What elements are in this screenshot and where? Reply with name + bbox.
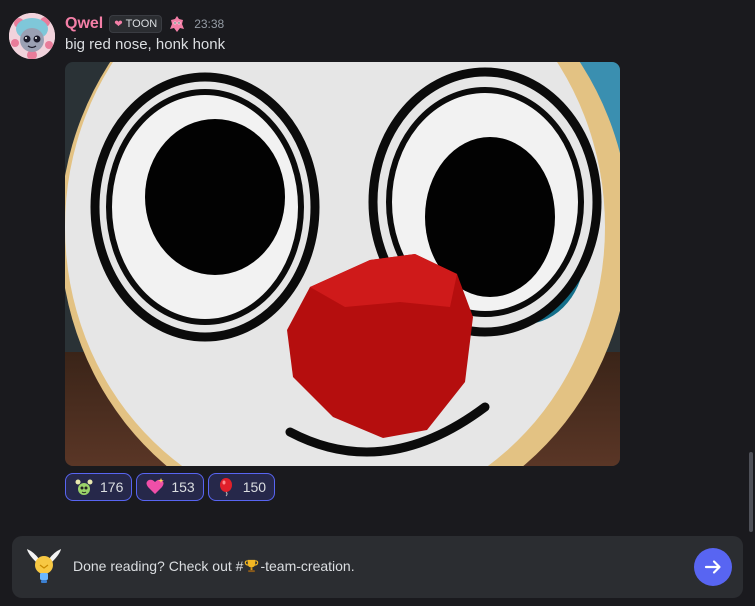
reaction-count: 150 xyxy=(242,479,267,495)
read-complete-notice: Done reading? Check out # -team-creation… xyxy=(12,536,743,598)
winged-lightbulb-icon xyxy=(27,549,61,583)
message: Qwel ❤ TOON 23:38 big red nose, honk hon… xyxy=(0,0,755,520)
reaction-count: 153 xyxy=(171,479,195,495)
scrollbar-thumb[interactable] xyxy=(749,452,753,532)
server-tag[interactable]: ❤ TOON xyxy=(109,15,163,33)
go-to-channel-button[interactable] xyxy=(694,548,732,586)
message-timestamp: 23:38 xyxy=(194,17,225,31)
message-text: big red nose, honk honk xyxy=(65,36,226,53)
server-tag-label: TOON xyxy=(125,18,158,30)
team-creation-channel-link[interactable]: -team-creation. xyxy=(260,558,354,574)
trophy-icon xyxy=(245,559,259,573)
username[interactable]: Qwel xyxy=(65,15,103,33)
clown-face-image xyxy=(65,62,620,466)
notice-text-prefix: Done reading? Check out # xyxy=(73,558,244,574)
reaction-alien[interactable]: 176 xyxy=(65,473,133,501)
reaction-bar: 176 153 150 xyxy=(65,473,276,501)
arrow-right-icon xyxy=(704,560,721,574)
reaction-sparkling-heart[interactable]: 153 xyxy=(136,473,204,501)
pink-creature-icon[interactable] xyxy=(168,15,186,33)
reaction-count: 176 xyxy=(100,479,124,495)
alien-creature-emoji xyxy=(75,479,93,495)
red-balloon-emoji xyxy=(219,478,232,497)
sparkling-heart-emoji xyxy=(146,478,165,494)
notice-text: Done reading? Check out # -team-creation… xyxy=(73,558,355,574)
message-header: Qwel ❤ TOON 23:38 xyxy=(65,14,224,34)
reaction-red-balloon[interactable]: 150 xyxy=(207,473,276,501)
heart-icon: ❤ xyxy=(114,18,123,30)
user-avatar[interactable] xyxy=(9,13,55,59)
image-attachment[interactable] xyxy=(65,62,620,466)
